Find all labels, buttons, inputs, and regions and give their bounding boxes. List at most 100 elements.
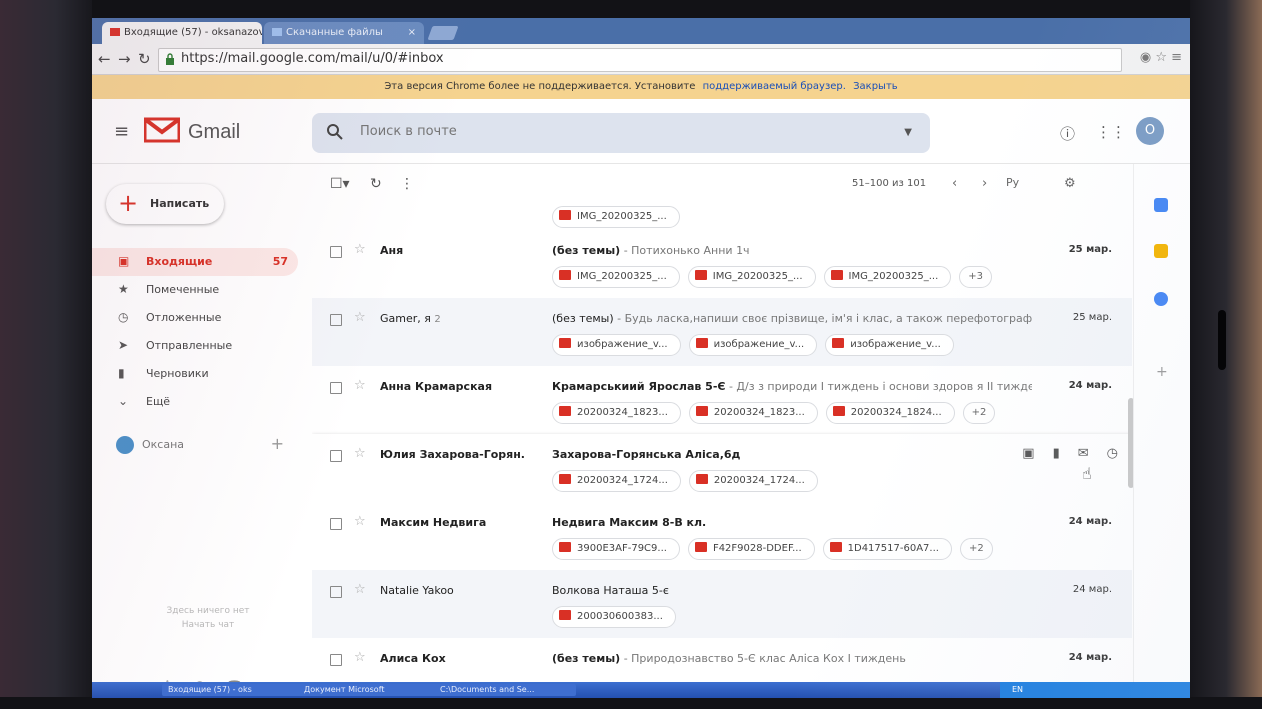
more-options-icon[interactable]: ⋮ [400, 176, 414, 192]
tab-inbox[interactable]: Входящие (57) - oksanazov × [102, 22, 262, 44]
star-icon[interactable]: ☆ [354, 446, 366, 461]
tab-close-icon[interactable]: × [408, 22, 416, 44]
mark-read-icon[interactable]: ✉ [1078, 446, 1089, 461]
reload-icon[interactable]: ↻ [138, 50, 151, 68]
row-checkbox[interactable] [330, 246, 342, 258]
image-file-icon [559, 542, 571, 552]
bookmark-star-icon[interactable]: ◉ ☆ ≡ [1140, 50, 1182, 65]
new-tab-button[interactable] [427, 26, 459, 40]
attachment-chip[interactable]: изображение_v... [552, 334, 681, 356]
star-icon[interactable]: ☆ [354, 242, 366, 257]
settings-gear-icon[interactable]: ⚙ [1064, 176, 1076, 191]
taskbar-item-browser[interactable]: Входящие (57) - oks [162, 684, 304, 696]
row-checkbox[interactable] [330, 654, 342, 666]
sidebar-item-sent[interactable]: ➤ Отправленные [92, 332, 298, 360]
list-item-hovered[interactable]: ☆ Юлия Захарова-Горян. Захарова-Горянськ… [312, 434, 1132, 503]
back-arrow-icon[interactable]: ← [98, 50, 111, 68]
sidebar-item-drafts[interactable]: ▮ Черновики [92, 360, 298, 388]
apps-grid-icon[interactable]: ⋮⋮ [1096, 123, 1126, 141]
list-item[interactable]: ☆ Максим Недвига Недвига Максим 8-В кл. … [312, 502, 1132, 571]
more-attachments-badge[interactable]: +2 [962, 402, 996, 424]
menu-icon[interactable]: ≡ [114, 121, 129, 142]
date: 24 мар. [1068, 380, 1112, 391]
star-icon[interactable]: ☆ [354, 378, 366, 393]
attachment-chip[interactable]: 3900E3AF-79C9... [552, 538, 680, 560]
attachment-chip[interactable]: IMG_20200325_... [552, 206, 680, 228]
archive-icon[interactable]: ▣ [1022, 446, 1034, 461]
subject: (без темы) [552, 312, 614, 325]
keyboard-language[interactable]: EN [1012, 685, 1023, 694]
attachment-chip[interactable]: 200030600383... [552, 606, 676, 628]
account-avatar[interactable]: О [1136, 117, 1164, 145]
forward-arrow-icon[interactable]: → [118, 50, 131, 68]
input-language-button[interactable]: Ру [1006, 176, 1019, 189]
next-page-icon[interactable]: › [982, 176, 987, 191]
more-attachments-badge[interactable]: +2 [959, 538, 993, 560]
windows-taskbar: Входящие (57) - oks Документ Microsoft C… [92, 682, 1190, 698]
star-icon[interactable]: ☆ [354, 650, 366, 665]
attachment-chips: 20200324_1724... 20200324_1724... [552, 470, 826, 492]
row-checkbox[interactable] [330, 518, 342, 530]
keep-icon[interactable] [1154, 244, 1168, 258]
url-field[interactable]: https://mail.google.com/mail/u/0/#inbox [158, 48, 1122, 72]
hangouts-user[interactable]: Оксана + [116, 434, 296, 458]
calendar-icon[interactable] [1154, 198, 1168, 212]
start-chat-link[interactable]: Начать чат [128, 618, 288, 632]
taskbar-item-explorer[interactable]: C:\Documents and Se... [434, 684, 576, 696]
search-icon[interactable] [326, 123, 344, 141]
image-file-icon [695, 406, 708, 416]
tasks-icon[interactable] [1154, 292, 1168, 306]
search-options-icon[interactable]: ▼ [904, 127, 912, 138]
refresh-icon[interactable]: ↻ [370, 176, 382, 192]
row-checkbox[interactable] [330, 450, 342, 462]
attachment-name: IMG_20200325_... [577, 271, 667, 282]
list-item[interactable]: ☆ Gamer, я 2 (без темы) - Будь ласка,нап… [312, 298, 1132, 367]
attachment-chip[interactable]: IMG_20200325_... [687, 266, 816, 288]
sidebar-item-snoozed[interactable]: ◷ Отложенные [92, 304, 298, 332]
list-item[interactable]: ☆ Аня (без темы) - Потихонько Анни 1ч 25… [312, 230, 1132, 299]
attachment-chip[interactable]: 20200324_1824... [825, 402, 955, 424]
attachment-chip[interactable]: F42F9028-DDEF... [687, 538, 815, 560]
attachment-chip[interactable]: изображение_v... [688, 334, 818, 356]
search-bar[interactable]: ▼ [312, 113, 930, 153]
attachment-chip[interactable]: 20200324_1724... [688, 470, 818, 492]
attachment-chip[interactable]: IMG_20200325_... [552, 266, 680, 288]
add-contact-icon[interactable]: + [271, 434, 284, 453]
search-input[interactable] [358, 123, 882, 140]
select-all-checkbox[interactable]: ☐▾ [330, 176, 350, 192]
sidebar-item-starred[interactable]: ★ Помеченные [92, 276, 298, 304]
row-checkbox[interactable] [330, 586, 342, 598]
attachment-chip[interactable]: 20200324_1724... [552, 470, 681, 492]
user-name: Оксана [142, 438, 185, 451]
banner-link[interactable]: поддерживаемый браузер. [703, 81, 846, 92]
list-item[interactable]: IMG_20200325_... [312, 204, 1132, 231]
help-icon[interactable]: ⓘ [1060, 123, 1075, 144]
more-attachments-badge[interactable]: +3 [959, 266, 993, 288]
trash-icon[interactable]: ▮ [1053, 446, 1060, 461]
tab-downloads[interactable]: Скачанные файлы × [264, 22, 424, 44]
list-item[interactable]: ☆ Анна Крамарская Крамарськиий Ярослав 5… [312, 366, 1132, 435]
sidebar-item-inbox[interactable]: ▣ Входящие 57 [92, 248, 298, 276]
star-icon[interactable]: ☆ [354, 582, 366, 597]
attachment-chip[interactable]: изображение_v... [825, 334, 954, 356]
image-file-icon [559, 270, 571, 280]
subject-line: Захарова-Горянська Аліса,6д [552, 448, 1032, 461]
banner-dismiss-link[interactable]: Закрыть [853, 81, 898, 92]
row-checkbox[interactable] [330, 314, 342, 326]
image-file-icon [559, 338, 571, 348]
star-icon[interactable]: ☆ [354, 514, 366, 529]
image-file-icon [559, 406, 571, 416]
star-icon[interactable]: ☆ [354, 310, 366, 325]
taskbar-item-word[interactable]: Документ Microsoft [298, 684, 440, 696]
list-item[interactable]: ☆ Natalie Yakoo Волкова Наташа 5-є 24 ма… [312, 570, 1132, 639]
attachment-chip[interactable]: IMG_20200325_... [823, 266, 952, 288]
compose-button[interactable]: + Написать [106, 184, 224, 224]
attachment-chip[interactable]: 1D417517-60A7... [822, 538, 952, 560]
snooze-icon[interactable]: ◷ [1107, 446, 1118, 461]
sidebar-item-more[interactable]: ⌄ Ещё [92, 388, 298, 416]
row-checkbox[interactable] [330, 382, 342, 394]
prev-page-icon[interactable]: ‹ [952, 176, 957, 191]
add-addon-icon[interactable]: + [1156, 364, 1168, 380]
attachment-chip[interactable]: 20200324_1823... [552, 402, 681, 424]
attachment-chip[interactable]: 20200324_1823... [688, 402, 818, 424]
